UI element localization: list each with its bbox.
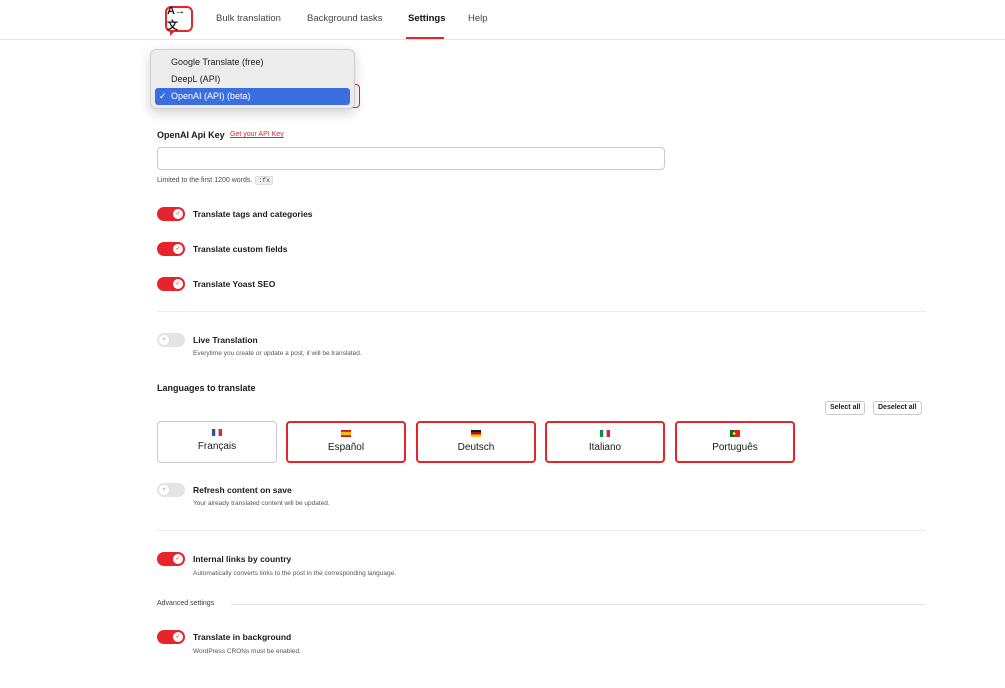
custom-fields-toggle-label: Translate custom fields	[193, 244, 288, 254]
advanced-divider	[231, 604, 926, 605]
api-key-label: OpenAI Api Key	[157, 130, 225, 140]
check-icon: ✓	[173, 554, 183, 564]
flag-it-icon	[600, 430, 610, 437]
live-translation-label: Live Translation	[193, 335, 258, 345]
background-toggle[interactable]: ✓	[157, 630, 185, 644]
language-name: Deutsch	[457, 442, 495, 453]
active-tab-indicator	[406, 37, 444, 39]
tab-bulk-translation[interactable]: Bulk translation	[216, 13, 281, 24]
language-name: Español	[327, 442, 365, 453]
provider-option-deepl[interactable]: DeepL (API)	[155, 71, 350, 88]
live-translation-desc: Everytime you create or update a post, i…	[193, 350, 362, 357]
check-icon: ✓	[173, 632, 183, 642]
provider-dropdown: Google Translate (free) DeepL (API) ✓ Op…	[150, 49, 355, 109]
internal-links-desc: Automatically converts links to the post…	[193, 570, 397, 577]
refresh-desc: Your already translated content will be …	[193, 500, 330, 507]
advanced-settings-label: Advanced settings	[157, 600, 215, 607]
language-card-it[interactable]: Italiano	[545, 421, 665, 463]
language-card-pt[interactable]: Português	[675, 421, 795, 463]
api-key-input[interactable]	[157, 147, 665, 170]
refresh-toggle[interactable]: ×	[157, 483, 185, 497]
yoast-toggle-label: Translate Yoast SEO	[193, 279, 276, 289]
fx-tag: :fx	[255, 176, 274, 185]
background-label: Translate in background	[193, 632, 292, 642]
section-divider	[157, 530, 926, 531]
api-key-hint: Limited to the first 1200 words.:fx	[157, 176, 274, 185]
tags-toggle[interactable]: ✓	[157, 207, 185, 221]
api-key-hint-text: Limited to the first 1200 words.	[157, 177, 253, 184]
flag-de-icon	[471, 430, 481, 437]
flag-pt-icon	[730, 430, 740, 437]
custom-fields-toggle[interactable]: ✓	[157, 242, 185, 256]
live-translation-toggle[interactable]: ×	[157, 333, 185, 347]
internal-links-label: Internal links by country	[193, 554, 292, 564]
check-icon: ✓	[173, 209, 183, 219]
background-desc: WordPress CRONs must be enabled.	[193, 648, 301, 655]
provider-option-openai[interactable]: ✓ OpenAI (API) (beta)	[155, 88, 350, 105]
provider-option-google[interactable]: Google Translate (free)	[155, 54, 350, 71]
check-icon: ✓	[173, 244, 183, 254]
x-icon: ×	[159, 485, 169, 495]
flag-es-icon	[341, 430, 351, 437]
top-nav: A→文 Bulk translation Background tasks Se…	[0, 0, 1005, 40]
checkmark-icon: ✓	[159, 91, 167, 101]
refresh-label: Refresh content on save	[193, 485, 292, 495]
tags-toggle-label: Translate tags and categories	[193, 209, 313, 219]
language-name: Français	[197, 441, 237, 452]
languages-heading: Languages to translate	[157, 383, 256, 393]
flag-fr-icon	[212, 429, 222, 436]
yoast-toggle[interactable]: ✓	[157, 277, 185, 291]
app-logo[interactable]: A→文	[165, 5, 193, 36]
section-divider	[157, 311, 926, 312]
logo-text: A→文	[167, 5, 185, 32]
language-name: Português	[712, 442, 758, 453]
language-card-de[interactable]: Deutsch	[416, 421, 536, 463]
tab-help[interactable]: Help	[468, 13, 488, 24]
language-name: Italiano	[588, 442, 622, 453]
tab-settings[interactable]: Settings	[408, 13, 445, 24]
language-card-es[interactable]: Español	[286, 421, 406, 463]
get-api-key-link[interactable]: Get your API Key	[230, 131, 284, 138]
language-card-fr[interactable]: Français	[157, 421, 277, 463]
check-icon: ✓	[173, 279, 183, 289]
internal-links-toggle[interactable]: ✓	[157, 552, 185, 566]
provider-option-openai-label: OpenAI (API) (beta)	[171, 91, 251, 101]
tab-background-tasks[interactable]: Background tasks	[307, 13, 383, 24]
select-all-button[interactable]: Select all	[825, 401, 866, 415]
x-icon: ×	[159, 335, 169, 345]
deselect-all-button[interactable]: Deselect all	[873, 401, 922, 415]
